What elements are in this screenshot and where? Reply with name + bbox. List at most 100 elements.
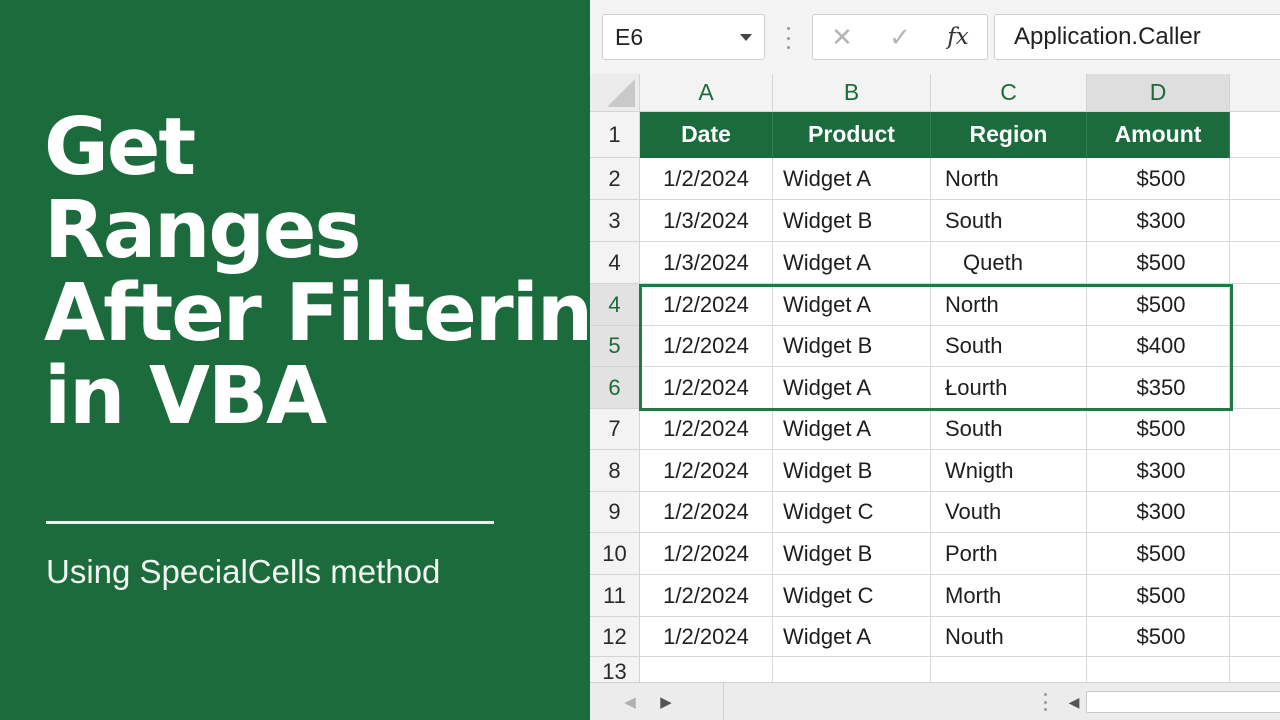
row-header[interactable]: 4 — [590, 284, 640, 326]
table-cell[interactable]: South — [931, 200, 1087, 242]
table-cell[interactable]: 1/2/2024 — [640, 367, 773, 409]
table-cell[interactable] — [1230, 617, 1280, 657]
table-cell[interactable]: $300 — [1087, 200, 1230, 242]
drag-handle-icon[interactable] — [786, 27, 790, 49]
table-cell[interactable]: $500 — [1087, 284, 1230, 326]
column-header-b[interactable]: B — [773, 74, 931, 112]
prev-sheet-icon[interactable]: ◀ — [620, 691, 640, 713]
table-cell[interactable]: $500 — [1087, 158, 1230, 200]
table-cell[interactable] — [1230, 158, 1280, 200]
table-cell[interactable]: Widget A — [773, 158, 931, 200]
column-header-c[interactable]: C — [931, 74, 1087, 112]
table-cell[interactable] — [1230, 575, 1280, 617]
formula-bar: E6 ✕ ✓ fx Application.Caller — [590, 0, 1280, 74]
table-cell[interactable] — [1230, 450, 1280, 492]
row-header[interactable]: 10 — [590, 533, 640, 575]
worksheet-grid[interactable]: A B C D 1 Date Product Region Amount 2 1/2/2024 Wid… — [590, 74, 1280, 687]
table-cell[interactable]: Widget A — [773, 284, 931, 326]
table-cell[interactable]: $500 — [1087, 533, 1230, 575]
next-sheet-icon[interactable]: ▶ — [656, 691, 676, 713]
row-header[interactable]: 1 — [590, 112, 640, 158]
table-cell[interactable]: $300 — [1087, 492, 1230, 533]
column-header-e[interactable] — [1230, 74, 1280, 112]
table-cell[interactable]: $500 — [1087, 575, 1230, 617]
chevron-down-icon[interactable] — [740, 33, 752, 41]
row-header[interactable]: 3 — [590, 200, 640, 242]
table-cell[interactable]: 1/3/2024 — [640, 200, 773, 242]
insert-function-icon[interactable]: fx — [941, 21, 975, 53]
table-cell[interactable] — [1230, 112, 1280, 158]
table-cell[interactable]: Widget C — [773, 492, 931, 533]
table-cell[interactable]: 1/2/2024 — [640, 450, 773, 492]
table-cell[interactable]: Porth — [931, 533, 1087, 575]
column-header-d[interactable]: D — [1087, 74, 1230, 112]
resize-handle-icon[interactable] — [1043, 693, 1047, 711]
table-cell[interactable]: Vouth — [931, 492, 1087, 533]
table-cell[interactable]: 1/2/2024 — [640, 617, 773, 657]
table-cell[interactable]: $350 — [1087, 367, 1230, 409]
table-cell[interactable]: 1/2/2024 — [640, 492, 773, 533]
row-header[interactable]: 9 — [590, 492, 640, 533]
row-header[interactable]: 6 — [590, 367, 640, 409]
table-cell[interactable] — [1230, 367, 1280, 409]
table-cell[interactable] — [1230, 200, 1280, 242]
row-header[interactable]: 7 — [590, 409, 640, 450]
table-cell[interactable]: Morth — [931, 575, 1087, 617]
table-cell[interactable]: $500 — [1087, 409, 1230, 450]
title-divider — [46, 521, 494, 524]
row-header[interactable]: 11 — [590, 575, 640, 617]
table-cell[interactable] — [1230, 284, 1280, 326]
table-cell[interactable] — [1230, 326, 1280, 367]
table-cell[interactable]: 1/3/2024 — [640, 242, 773, 284]
header-cell[interactable]: Product — [773, 112, 931, 158]
formula-input[interactable]: Application.Caller — [994, 14, 1280, 60]
table-cell[interactable]: Queth — [931, 242, 1087, 284]
table-cell[interactable] — [1230, 492, 1280, 533]
table-cell[interactable]: North — [931, 158, 1087, 200]
header-cell[interactable]: Date — [640, 112, 773, 158]
table-cell[interactable] — [1230, 409, 1280, 450]
horizontal-scrollbar[interactable] — [1086, 691, 1280, 713]
table-cell[interactable] — [1230, 533, 1280, 575]
table-cell[interactable] — [1230, 242, 1280, 284]
table-cell[interactable]: Nouth — [931, 617, 1087, 657]
table-cell[interactable]: $300 — [1087, 450, 1230, 492]
table-cell[interactable]: North — [931, 284, 1087, 326]
table-cell[interactable]: Widget B — [773, 326, 931, 367]
table-cell[interactable]: Widget C — [773, 575, 931, 617]
scroll-left-icon[interactable]: ◀ — [1064, 692, 1084, 712]
header-cell[interactable]: Region — [931, 112, 1087, 158]
table-cell[interactable]: 1/2/2024 — [640, 284, 773, 326]
table-cell[interactable]: 1/2/2024 — [640, 409, 773, 450]
table-cell[interactable]: Widget A — [773, 367, 931, 409]
table-cell[interactable]: Widget A — [773, 409, 931, 450]
table-cell[interactable]: Widget A — [773, 617, 931, 657]
table-cell[interactable]: 1/2/2024 — [640, 158, 773, 200]
name-box[interactable]: E6 — [602, 14, 765, 60]
header-cell[interactable]: Amount — [1087, 112, 1230, 158]
table-cell[interactable]: South — [931, 409, 1087, 450]
row-header[interactable]: 8 — [590, 450, 640, 492]
table-cell[interactable]: Widget B — [773, 450, 931, 492]
title-line-1: Get — [44, 101, 196, 193]
row-header[interactable]: 4 — [590, 242, 640, 284]
table-cell[interactable]: Widget B — [773, 200, 931, 242]
table-cell[interactable]: Łourth — [931, 367, 1087, 409]
table-cell[interactable]: Widget B — [773, 533, 931, 575]
row-header[interactable]: 2 — [590, 158, 640, 200]
select-all-button[interactable] — [590, 74, 640, 112]
row-header[interactable]: 5 — [590, 326, 640, 367]
table-cell[interactable]: $400 — [1087, 326, 1230, 367]
table-cell[interactable]: Wnigth — [931, 450, 1087, 492]
row-header[interactable]: 12 — [590, 617, 640, 657]
column-header-a[interactable]: A — [640, 74, 773, 112]
table-cell[interactable]: 1/2/2024 — [640, 533, 773, 575]
table-cell[interactable]: 1/2/2024 — [640, 575, 773, 617]
cancel-icon[interactable]: ✕ — [825, 21, 859, 53]
table-cell[interactable]: Widget A — [773, 242, 931, 284]
check-icon[interactable]: ✓ — [883, 21, 917, 53]
table-cell[interactable]: $500 — [1087, 242, 1230, 284]
table-cell[interactable]: $500 — [1087, 617, 1230, 657]
table-cell[interactable]: 1/2/2024 — [640, 326, 773, 367]
table-cell[interactable]: South — [931, 326, 1087, 367]
